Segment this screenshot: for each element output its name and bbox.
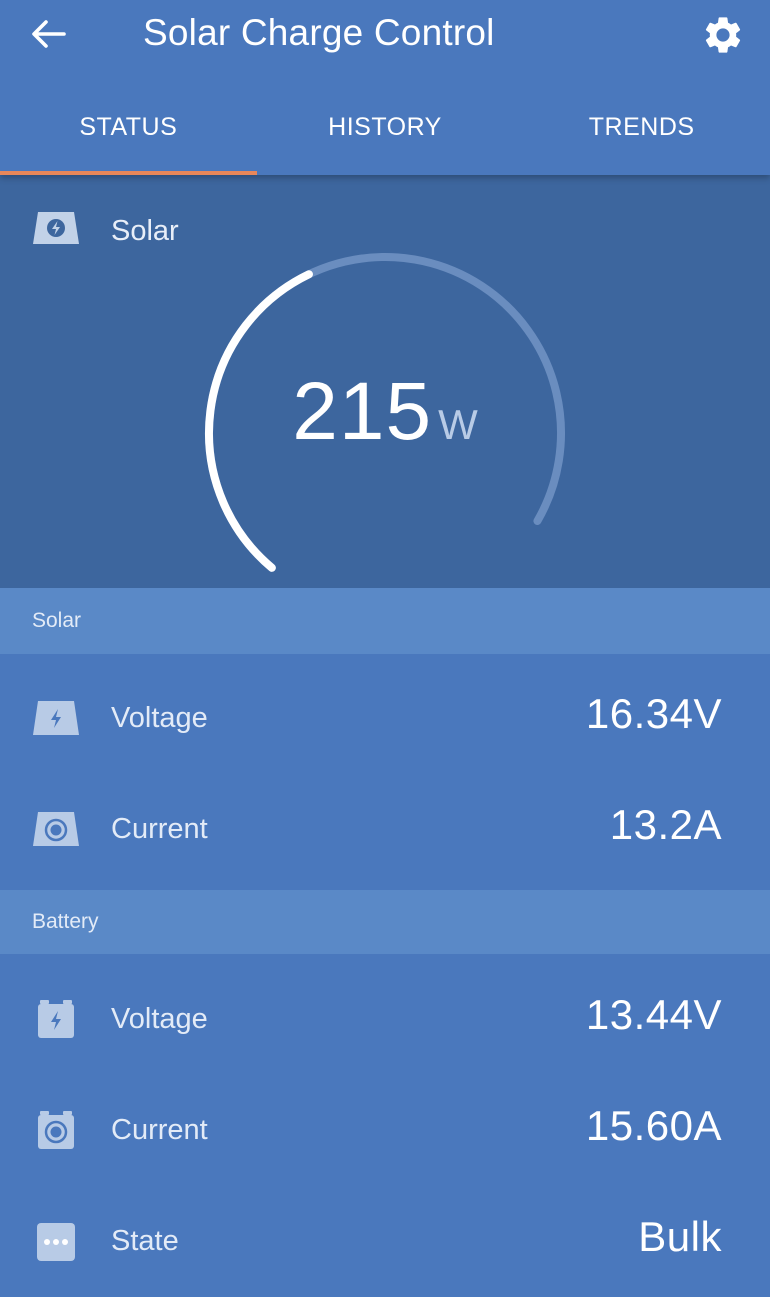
solar-voltage-icon	[33, 701, 79, 735]
battery-state-value: Bulk	[638, 1213, 722, 1260]
tab-bar: STATUS HISTORY TRENDS	[0, 88, 770, 175]
battery-voltage-row: Voltage 13.44V	[0, 965, 770, 1075]
back-button[interactable]	[22, 12, 74, 56]
solar-gauge-panel: Solar 215 W	[0, 175, 770, 588]
power-value: 215	[292, 366, 433, 457]
battery-current-row: Current 15.60A	[0, 1076, 770, 1186]
more-dots-icon	[37, 1223, 75, 1261]
solar-current-label: Current	[111, 813, 208, 845]
solar-voltage-row: Voltage 16.34V	[0, 664, 770, 774]
solar-current-icon	[33, 812, 79, 846]
back-arrow-icon	[32, 20, 66, 48]
solar-current-value: 13.2A	[609, 801, 722, 848]
power-readout: 215 W	[0, 367, 770, 457]
gear-icon	[705, 17, 741, 53]
tab-history[interactable]: HISTORY	[257, 88, 514, 175]
battery-current-value: 15.60A	[585, 1102, 722, 1149]
app-bar: Solar Charge Control STATUS HISTORY TREN…	[0, 0, 770, 175]
settings-button[interactable]	[698, 10, 748, 60]
solar-voltage-label: Voltage	[111, 702, 208, 734]
solar-section-title: Solar	[32, 609, 82, 632]
battery-voltage-value: 13.44V	[585, 991, 722, 1038]
tab-status[interactable]: STATUS	[0, 88, 257, 175]
solar-current-row: Current 13.2A	[0, 775, 770, 885]
battery-section-header: Battery	[0, 890, 770, 954]
battery-state-label: State	[111, 1225, 179, 1257]
battery-state-row: State Bulk	[0, 1187, 770, 1297]
battery-voltage-icon	[38, 1000, 74, 1038]
power-unit: W	[438, 401, 478, 448]
battery-voltage-label: Voltage	[111, 1003, 208, 1035]
battery-current-icon	[38, 1111, 74, 1149]
solar-voltage-value: 16.34V	[585, 690, 722, 737]
solar-section-header: Solar	[0, 588, 770, 654]
battery-current-label: Current	[111, 1114, 208, 1146]
battery-section-title: Battery	[32, 910, 99, 933]
tab-trends[interactable]: TRENDS	[513, 88, 770, 175]
page-title: Solar Charge Control	[143, 12, 495, 53]
